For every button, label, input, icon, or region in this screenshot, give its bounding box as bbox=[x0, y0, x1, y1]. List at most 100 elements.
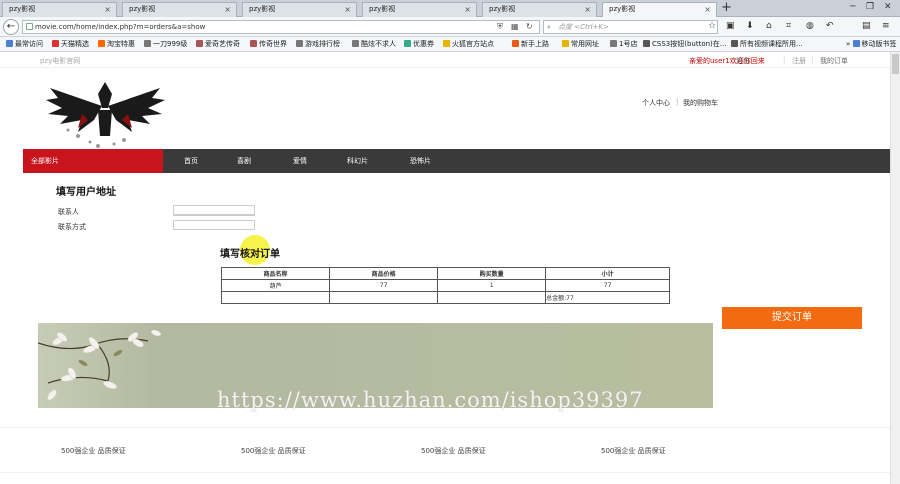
tab-title: pzy影视 bbox=[369, 5, 396, 13]
bookmark-icon bbox=[643, 40, 650, 47]
bookmark-item[interactable]: 传奇世界 bbox=[250, 39, 287, 50]
new-tab-button[interactable]: + bbox=[721, 1, 732, 15]
close-icon[interactable]: × bbox=[584, 3, 591, 16]
crop-icon[interactable]: ⌗ bbox=[786, 21, 791, 32]
close-icon[interactable]: × bbox=[104, 3, 111, 16]
chevron-right-icon: » bbox=[846, 40, 851, 48]
bookmark-item[interactable]: 淘宝特惠 bbox=[98, 39, 135, 50]
maximize-icon[interactable]: ❐ bbox=[866, 2, 874, 12]
back-arrow-icon[interactable]: ← bbox=[3, 19, 19, 35]
home-icon[interactable]: ⌂ bbox=[766, 21, 772, 32]
bookmark-label: 游戏排行榜 bbox=[305, 40, 340, 48]
browser-tab[interactable]: pzy影视 × bbox=[482, 2, 597, 17]
my-orders-link[interactable]: 我的订单 bbox=[820, 56, 848, 66]
reading-list-icon[interactable]: ▣ bbox=[726, 21, 735, 32]
scrollbar-thumb[interactable] bbox=[892, 54, 899, 74]
bookmark-item[interactable]: 一刀999级 bbox=[144, 39, 187, 50]
close-icon[interactable]: × bbox=[344, 3, 351, 16]
grid-icon[interactable]: ▤ bbox=[862, 21, 871, 32]
close-icon[interactable]: × bbox=[464, 3, 471, 16]
nav-item-romance[interactable]: 爱情 bbox=[293, 149, 307, 173]
bookmark-item[interactable]: 新手上路 bbox=[512, 39, 549, 50]
search-placeholder: 点度 <Ctrl+K> bbox=[558, 23, 609, 31]
mobile-bookmarks[interactable]: » 移动版书签 bbox=[846, 39, 897, 50]
cart-link[interactable]: 我的购物车 bbox=[683, 98, 718, 108]
star-icon[interactable]: ☆ bbox=[708, 21, 716, 32]
bookmark-icon bbox=[731, 40, 738, 47]
window-close-icon[interactable]: ✕ bbox=[884, 2, 892, 12]
tab-title: pzy影视 bbox=[489, 5, 516, 13]
bookmark-item[interactable]: 火狐官方站点 bbox=[443, 39, 494, 50]
divider bbox=[0, 427, 890, 428]
column-header: 商品价格 bbox=[329, 267, 439, 280]
register-link[interactable]: 注册 bbox=[792, 56, 806, 66]
nav-item-home[interactable]: 首页 bbox=[184, 149, 198, 173]
bookmark-item[interactable]: 游戏排行榜 bbox=[296, 39, 340, 50]
column-header: 购买数量 bbox=[437, 267, 547, 280]
tab-title: pzy影视 bbox=[609, 5, 636, 13]
browser-tab[interactable]: pzy影视 × bbox=[242, 2, 357, 17]
minimize-icon[interactable]: ─ bbox=[850, 2, 855, 12]
contact-input[interactable] bbox=[173, 220, 255, 230]
nav-item-comedy[interactable]: 喜剧 bbox=[237, 149, 251, 173]
nav-item-scifi[interactable]: 科幻片 bbox=[347, 149, 368, 173]
chat-icon[interactable]: ◍ bbox=[806, 21, 814, 32]
submit-order-button[interactable]: 提交订单 bbox=[722, 307, 862, 329]
column-header: 商品名称 bbox=[220, 267, 331, 280]
site-logo[interactable] bbox=[38, 74, 173, 152]
bookmark-icon bbox=[52, 40, 59, 47]
tab-title: pzy影视 bbox=[9, 5, 36, 13]
main-nav: 全部影片 首页 喜剧 爱情 科幻片 恐怖片 bbox=[23, 149, 890, 173]
qr-icon[interactable]: ▦ bbox=[511, 21, 519, 33]
close-icon[interactable]: × bbox=[224, 3, 231, 16]
browser-tab-active[interactable]: pzy影视 × bbox=[602, 2, 717, 17]
browser-tab[interactable]: pzy影视 × bbox=[2, 2, 117, 17]
bookmark-item[interactable]: 爱奇艺传奇 bbox=[196, 39, 240, 50]
url-bar[interactable]: movie.com/home/index.php?m=orders&a=show… bbox=[22, 20, 540, 34]
logout-link[interactable]: 退出 bbox=[736, 56, 750, 66]
undo-icon[interactable]: ↶ bbox=[826, 21, 834, 32]
bookmark-item[interactable]: 酷炫不求人 bbox=[352, 39, 396, 50]
address-form-title: 填写用户地址 bbox=[56, 187, 116, 198]
url-text: movie.com/home/index.php?m=orders&a=show bbox=[35, 23, 206, 31]
folder-icon bbox=[562, 40, 569, 47]
bookmark-item[interactable]: 1号店 bbox=[610, 39, 637, 50]
bookmark-item[interactable]: 最常访问 bbox=[6, 39, 43, 50]
page-scrollbar[interactable] bbox=[890, 52, 900, 484]
browser-tab[interactable]: pzy影视 × bbox=[362, 2, 477, 17]
subtotal-cell: 77 bbox=[545, 279, 670, 292]
bookmark-item[interactable]: 常用网址 bbox=[562, 39, 599, 50]
bookmark-item[interactable]: CSS3按钮(button)在... bbox=[643, 39, 726, 50]
nav-item-horror[interactable]: 恐怖片 bbox=[410, 149, 431, 173]
order-title: 填写核对订单 bbox=[220, 249, 280, 260]
bookmark-label: 一刀999级 bbox=[153, 40, 188, 48]
top-info-bar: pzy电影官网 亲爱的user1欢迎你回来 退出 | 注册 | 我的订单 bbox=[0, 52, 890, 68]
site-name: pzy电影官网 bbox=[40, 57, 81, 65]
bookmark-item[interactable]: 所有视频课程所用... bbox=[731, 39, 803, 50]
bookmark-icon bbox=[352, 40, 359, 47]
recipient-input[interactable] bbox=[173, 205, 255, 215]
input-underline bbox=[173, 215, 255, 216]
search-input[interactable]: ⌕ 点度 <Ctrl+K> bbox=[543, 20, 718, 34]
user-center-link[interactable]: 个人中心 bbox=[642, 98, 670, 108]
bookmark-label: 传奇世界 bbox=[259, 40, 287, 48]
bookmark-icon bbox=[6, 40, 13, 47]
download-icon[interactable]: ⬇ bbox=[746, 21, 754, 32]
divider: | bbox=[811, 56, 814, 64]
bookmark-item[interactable]: 优惠券 bbox=[404, 39, 434, 50]
guarantee-text: 500强企业 品质保证 bbox=[421, 447, 486, 455]
bookmarks-bar: 最常访问 天猫精选 淘宝特惠 一刀999级 爱奇艺传奇 传奇世界 游戏排行榜 酷… bbox=[0, 37, 900, 52]
bookmark-label: 1号店 bbox=[619, 40, 638, 48]
shield-icon[interactable]: ⛨ bbox=[497, 21, 503, 33]
guarantee-text: 500强企业 品质保证 bbox=[61, 447, 126, 455]
menu-icon[interactable]: ≡ bbox=[882, 21, 890, 32]
column-header: 小计 bbox=[545, 267, 670, 280]
bookmark-label: 所有视频课程所用... bbox=[740, 40, 803, 48]
reload-icon[interactable]: ↻ bbox=[526, 21, 533, 33]
browser-tab[interactable]: pzy影视 × bbox=[122, 2, 237, 17]
contact-label: 联系方式 bbox=[58, 223, 86, 231]
nav-all-movies[interactable]: 全部影片 bbox=[23, 149, 163, 173]
bookmark-item[interactable]: 天猫精选 bbox=[52, 39, 89, 50]
close-icon[interactable]: × bbox=[704, 3, 711, 16]
watermark-text: https://www.huzhan.com/ishop39397 bbox=[217, 388, 644, 412]
